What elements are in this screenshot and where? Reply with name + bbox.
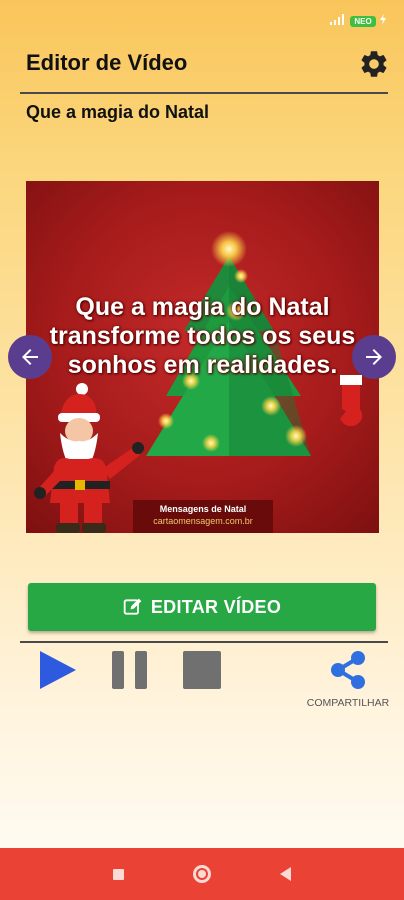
play-icon (40, 651, 76, 689)
video-title: Que a magia do Natal (26, 102, 210, 122)
signature-site: cartaomensagem.com.br (153, 516, 253, 526)
share-label: COMPARTILHAR (306, 697, 390, 709)
status-icons: NEO (330, 12, 386, 30)
edit-video-label: EDITAR VÍDEO (150, 596, 282, 617)
home-button[interactable] (193, 865, 211, 883)
stocking-illustration (340, 375, 363, 427)
previous-button[interactable] (8, 335, 52, 379)
signature-title: Mensagens de Natal (159, 504, 247, 514)
stop-icon (183, 651, 221, 689)
signature-box: Mensagens de Natal cartaomensagem.com.br (133, 500, 273, 533)
back-triangle-icon (280, 867, 291, 881)
preview-line: transforme todos os seus (49, 322, 356, 350)
header-divider (20, 92, 388, 94)
battery-icon: NEO (350, 15, 376, 27)
gear-icon (361, 51, 387, 77)
pause-button[interactable] (111, 650, 149, 690)
video-preview[interactable]: Que a magia do Natal transforme todos os… (26, 181, 379, 533)
charging-icon (380, 12, 386, 30)
edit-icon (123, 598, 142, 615)
page-title: Editor de Vídeo (26, 50, 188, 75)
system-navigation-bar (0, 848, 404, 900)
stop-button[interactable] (182, 650, 222, 690)
back-button[interactable] (280, 867, 292, 886)
santa-claus-illustration (34, 383, 144, 533)
signal-icon (330, 12, 346, 30)
playback-controls: COMPARTILHAR (0, 648, 404, 710)
recent-apps-button[interactable] (113, 869, 124, 880)
settings-button[interactable] (358, 48, 390, 80)
arrow-right-icon (366, 349, 382, 365)
pause-icon (112, 651, 147, 689)
controls-divider (20, 641, 388, 643)
status-bar: NEO (0, 0, 404, 36)
app-bar: Editor de Vídeo (0, 44, 404, 84)
preview-message: Que a magia do Natal transforme todos os… (26, 293, 379, 380)
play-button[interactable] (38, 650, 78, 690)
preview-line: Que a magia do Natal (75, 293, 330, 321)
preview-line: sonhos em realidades. (67, 351, 338, 379)
next-button[interactable] (352, 335, 396, 379)
edit-video-button[interactable]: EDITAR VÍDEO (28, 583, 376, 631)
share-button[interactable]: COMPARTILHAR (300, 650, 396, 710)
arrow-left-icon (22, 349, 38, 365)
share-icon (331, 651, 365, 689)
